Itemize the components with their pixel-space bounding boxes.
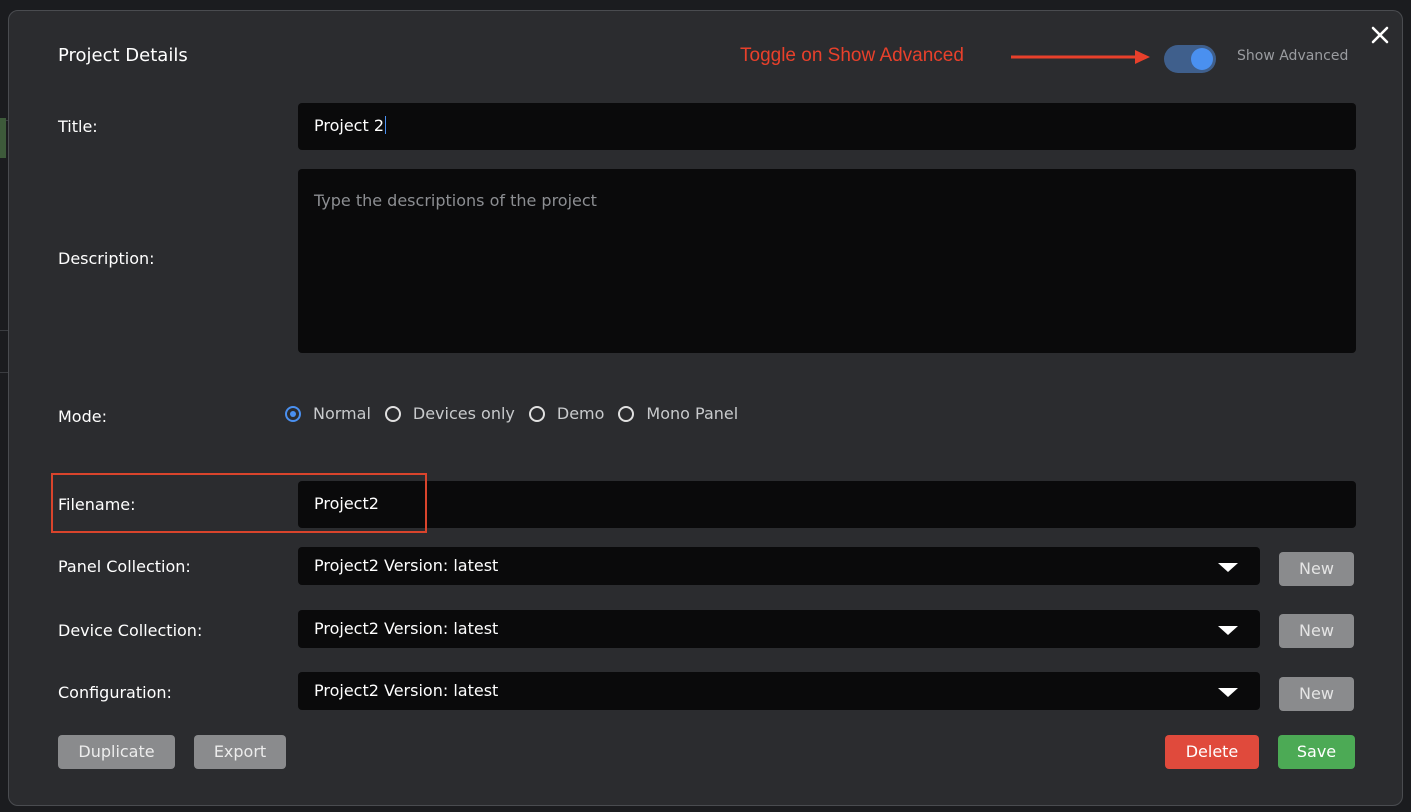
mode-radio-group: Normal Devices only Demo Mono Panel <box>285 404 752 423</box>
description-label: Description: <box>58 249 155 268</box>
configuration-label: Configuration: <box>58 683 172 702</box>
show-advanced-toggle[interactable] <box>1164 45 1216 73</box>
export-button[interactable]: Export <box>194 735 286 769</box>
show-advanced-label: Show Advanced <box>1237 48 1349 64</box>
device-collection-select[interactable]: Project2 Version: latest <box>298 610 1260 648</box>
mode-label: Mode: <box>58 407 107 426</box>
device-collection-label: Device Collection: <box>58 621 203 640</box>
title-label: Title: <box>58 117 98 136</box>
panel-collection-select[interactable]: Project2 Version: latest <box>298 547 1260 585</box>
delete-button[interactable]: Delete <box>1165 735 1259 769</box>
device-collection-value: Project2 Version: latest <box>314 619 499 638</box>
close-icon[interactable] <box>1368 23 1392 47</box>
panel-collection-value: Project2 Version: latest <box>314 556 499 575</box>
mode-option-normal[interactable]: Normal <box>285 404 371 423</box>
annotation-highlight-box <box>51 473 427 533</box>
toggle-knob <box>1191 48 1213 70</box>
configuration-value: Project2 Version: latest <box>314 681 499 700</box>
mode-option-demo[interactable]: Demo <box>528 404 605 423</box>
title-input-value: Project 2 <box>314 116 385 135</box>
annotation-arrow-icon <box>1011 50 1150 64</box>
dropdown-arrow-icon <box>1218 563 1238 572</box>
mode-option-mono-panel[interactable]: Mono Panel <box>618 404 738 423</box>
project-details-dialog: Project Details Toggle on Show Advanced … <box>8 10 1403 806</box>
description-textarea[interactable]: Type the descriptions of the project <box>298 169 1356 353</box>
mode-option-label: Devices only <box>412 404 515 423</box>
radio-unchecked-icon <box>618 405 635 422</box>
mode-option-devices-only[interactable]: Devices only <box>384 404 515 423</box>
dropdown-arrow-icon <box>1218 626 1238 635</box>
background-edge <box>0 330 8 331</box>
radio-checked-icon <box>285 405 301 422</box>
panel-collection-label: Panel Collection: <box>58 557 191 576</box>
dropdown-arrow-icon <box>1218 688 1238 697</box>
filename-input[interactable]: Project2 <box>298 481 1356 528</box>
background-edge <box>0 372 8 373</box>
mode-option-label: Normal <box>313 404 371 423</box>
radio-unchecked-icon <box>384 405 401 422</box>
background-edge-highlight <box>0 118 6 158</box>
mode-option-label: Mono Panel <box>646 404 739 423</box>
duplicate-button[interactable]: Duplicate <box>58 735 175 769</box>
new-configuration-button[interactable]: New <box>1279 677 1354 711</box>
dialog-title: Project Details <box>58 45 188 66</box>
title-input[interactable]: Project 2 <box>298 103 1356 150</box>
new-panel-collection-button[interactable]: New <box>1279 552 1354 586</box>
new-device-collection-button[interactable]: New <box>1279 614 1354 648</box>
radio-unchecked-icon <box>528 405 545 422</box>
annotation-text: Toggle on Show Advanced <box>740 45 964 66</box>
text-caret <box>385 116 387 134</box>
save-button[interactable]: Save <box>1278 735 1355 769</box>
description-placeholder: Type the descriptions of the project <box>314 191 597 210</box>
mode-option-label: Demo <box>556 404 605 423</box>
configuration-select[interactable]: Project2 Version: latest <box>298 672 1260 710</box>
